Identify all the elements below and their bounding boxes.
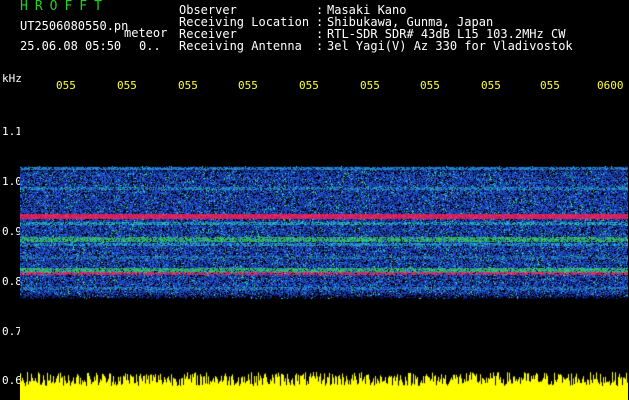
time-tick-label: 055 [360,79,380,92]
time-tick-label: 055 [117,79,137,92]
time-tick-label: 055 [540,79,560,92]
freq-tick-label: 0.7 [2,325,22,338]
date-time: 25.06.08 05:50 [20,39,122,53]
freq-tick-label: 0.9 [2,225,22,238]
app-title: HROFFT [20,0,109,14]
info-key-antenna: Receiving Antenna [179,39,302,53]
time-tick-label: 055 [238,79,258,92]
signal-level-bar [20,369,628,400]
hrofft-window: HROFFT UT2506080550.pn meteor 25.06.08 0… [0,0,629,400]
info-colon: : [316,39,324,53]
freq-tick-label: 0.6 [2,374,22,387]
time-tick-label: 0600 [597,79,624,92]
time-tick-label: 055 [299,79,319,92]
spectrogram-canvas [20,98,628,368]
freq-tick-label: 0.8 [2,275,22,288]
info-value-antenna: 3el Yagi(V) Az 330 for Vladivostok [327,39,573,53]
time-tick-label: 055 [420,79,440,92]
time-tick-label: 055 [178,79,198,92]
freq-tick-label: 1.0 [2,175,22,188]
time-tick-label: 055 [481,79,501,92]
time-tick-label: 055 [56,79,76,92]
mode-label: meteor [124,26,168,40]
file-name: UT2506080550.pn [20,19,129,33]
freq-tick-label: 1.1 [2,125,22,138]
extra-value: 0.. [139,39,161,53]
unit-label: kHz [2,72,22,85]
